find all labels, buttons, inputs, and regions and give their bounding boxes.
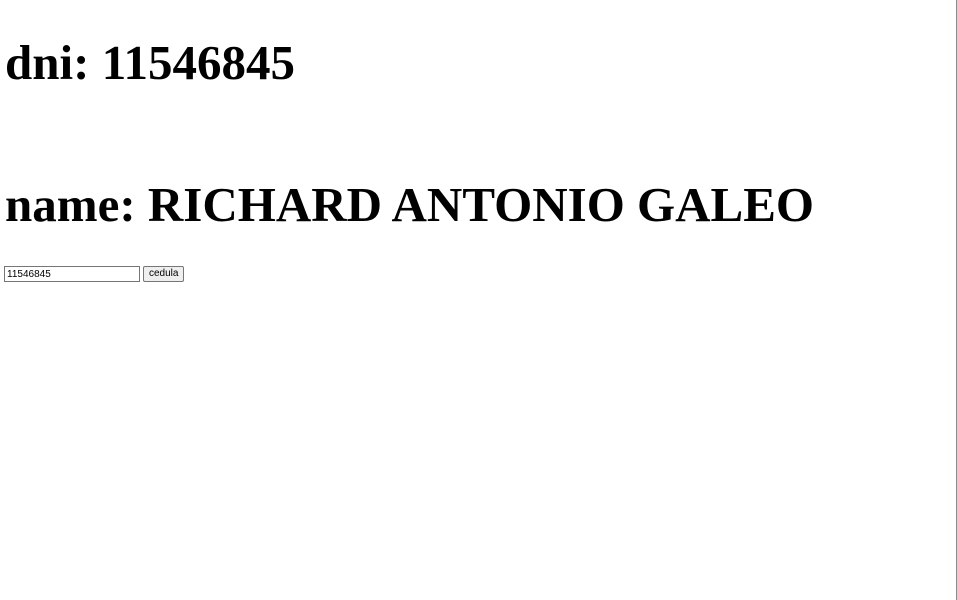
name-value: RICHARD ANTONIO GALEO — [147, 177, 815, 232]
dni-value: 11546845 — [101, 35, 295, 90]
name-label: name: — [5, 177, 136, 232]
dni-heading: dni: 11546845 — [5, 38, 295, 87]
name-heading: name: RICHARD ANTONIO GALEO — [5, 180, 814, 229]
dni-label: dni: — [5, 35, 90, 90]
cedula-button[interactable]: cedula — [143, 266, 185, 282]
dni-input[interactable] — [4, 266, 140, 282]
cedula-form: cedula — [4, 266, 185, 282]
page-viewport: dni: 11546845 name: RICHARD ANTONIO GALE… — [0, 0, 957, 600]
